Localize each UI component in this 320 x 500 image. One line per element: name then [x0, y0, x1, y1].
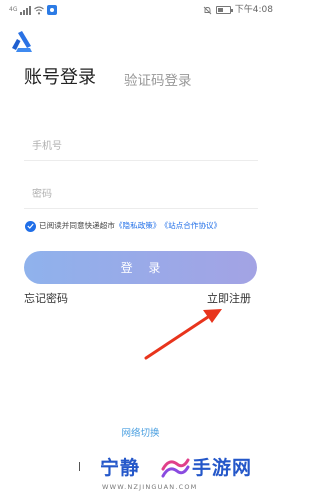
watermark-left-text: 宁静 [100, 457, 141, 479]
register-link[interactable]: 立即注册 [207, 291, 251, 307]
phone-field [24, 133, 258, 161]
wifi-icon [34, 6, 45, 14]
agreement-row: 已阅读并同意快递超市 《隐私政策》 《站点合作协议》 [25, 219, 221, 233]
password-field [24, 181, 258, 209]
agreement-checkbox[interactable] [25, 220, 36, 232]
watermark-url: WWW.NZJINGUAN.COM [102, 483, 198, 491]
divider-mark [79, 462, 80, 471]
app-notification-icon [47, 5, 58, 15]
agreement-text: 已阅读并同意快递超市 [39, 221, 115, 230]
watermark-right-text: 手游网 [192, 457, 253, 479]
password-input[interactable] [24, 181, 258, 207]
phone-input[interactable] [24, 133, 258, 159]
tab-account-login[interactable]: 账号登录 [24, 66, 96, 90]
app-logo-icon [12, 31, 32, 52]
watermark-logo-icon [161, 458, 190, 478]
login-button[interactable]: 登 录 [24, 251, 257, 284]
check-icon [27, 223, 34, 229]
tab-sms-login[interactable]: 验证码登录 [124, 72, 192, 90]
network-switch-link[interactable]: 网络切换 [121, 428, 159, 439]
site-agreement-link[interactable]: 《站点合作协议》 [161, 219, 222, 233]
battery-level [217, 8, 223, 12]
privacy-policy-link[interactable]: 《隐私政策》 [115, 219, 161, 233]
watermark: 宁静 手游网 WWW.NZJINGUAN.COM [100, 456, 276, 496]
battery-icon [215, 6, 233, 14]
status-bar-left: 4G [9, 4, 58, 16]
network-switch-row: 网络切换 [0, 428, 281, 440]
forgot-password-link[interactable]: 忘记密码 [24, 291, 68, 307]
status-bar: 4G 下午4:08 [0, 0, 281, 20]
signal-icon [20, 5, 32, 15]
status-bar-right: 下午4:08 [203, 4, 273, 16]
mute-icon [203, 6, 212, 15]
carrier-label: 4G [9, 6, 18, 13]
status-time: 下午4:08 [234, 4, 273, 15]
